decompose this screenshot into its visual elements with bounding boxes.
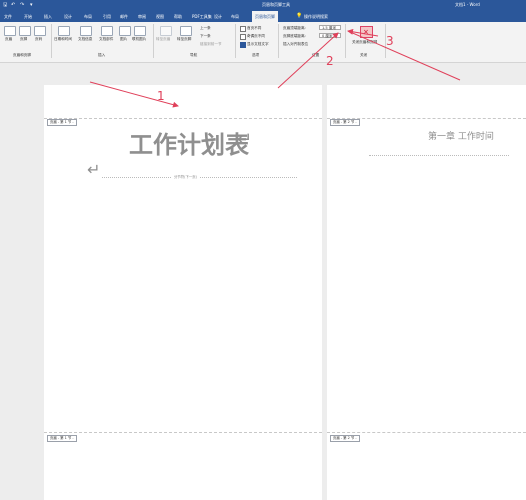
- annotation-label-3: 3: [386, 34, 394, 48]
- annotation-layer: [89, 28, 461, 108]
- annotation-arrow-1: [89, 81, 179, 108]
- annotation-line-3a: [347, 30, 461, 81]
- annotation-label-1: 1: [157, 89, 165, 103]
- annotation-label-2: 2: [326, 54, 334, 68]
